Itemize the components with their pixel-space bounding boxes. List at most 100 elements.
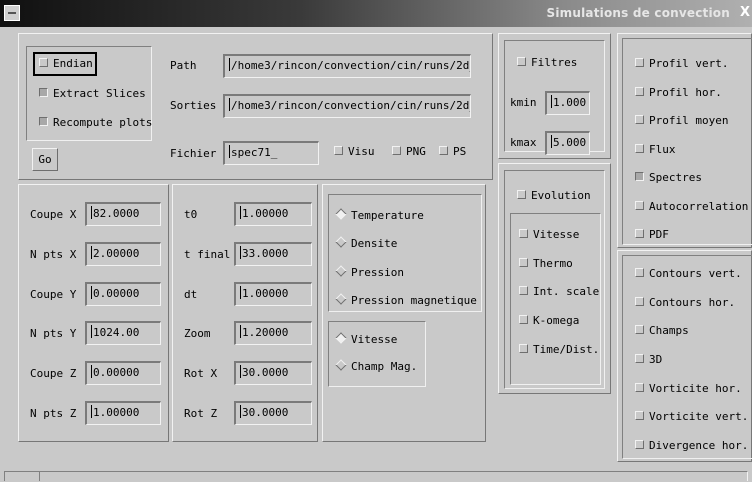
radio-champ-mag-indicator	[335, 359, 347, 371]
radio-champ-mag[interactable]: Champ Mag.	[335, 359, 417, 375]
extract-slices-label: Extract Slices	[53, 87, 146, 100]
divergence-hor-checkbox[interactable]: Divergence hor.	[635, 438, 748, 454]
t-final-input[interactable]: 33.0000	[234, 242, 312, 266]
contours-hor-label: Contours hor.	[649, 296, 736, 309]
spectres-checkbox[interactable]: Spectres	[635, 170, 702, 186]
kmin-input[interactable]: 1.000	[545, 91, 590, 115]
contours-hor-checkbox[interactable]: Contours hor.	[635, 295, 735, 311]
evolution-k-omega-checkbox[interactable]: K-omega	[519, 313, 579, 329]
options-group: Endian Extract Slices Recompute plots	[26, 46, 152, 141]
recompute-plots-checkbox[interactable]: Recompute plots	[39, 115, 152, 131]
vorticite-hor-checkbox[interactable]: Vorticite hor.	[635, 381, 742, 397]
champs-checkbox[interactable]: Champs	[635, 323, 689, 339]
radio-temperature-indicator	[335, 208, 347, 220]
sorties-input[interactable]: /home3/rincon/convection/cin/runs/2d_2	[223, 94, 471, 118]
t0-label: t0	[184, 208, 198, 221]
evolution-label: Evolution	[531, 189, 591, 202]
png-checkbox[interactable]: PNG	[392, 144, 426, 160]
ps-label: PS	[453, 145, 467, 158]
extract-slices-checkbox[interactable]: Extract Slices	[39, 86, 146, 102]
evolution-int-scale-checkbox[interactable]: Int. scale	[519, 284, 599, 300]
radio-vitesse[interactable]: Vitesse	[335, 332, 397, 348]
kmax-label: kmax	[510, 136, 537, 149]
flux-label: Flux	[649, 143, 676, 156]
radio-pression-label: Pression	[351, 266, 404, 279]
status-bar-divider	[39, 472, 40, 481]
path-label: Path	[170, 59, 197, 72]
evolution-vitesse-checkbox[interactable]: Vitesse	[519, 227, 579, 243]
t0-input[interactable]: 1.00000	[234, 202, 312, 226]
evolution-time-dist-checkbox[interactable]: Time/Dist.	[519, 342, 599, 358]
go-button[interactable]: Go	[32, 148, 58, 171]
vorticite-vert-checkbox[interactable]: Vorticite vert.	[635, 409, 748, 425]
filtres-checkbox[interactable]: Filtres	[517, 55, 577, 71]
fichier-input[interactable]: spec71_	[223, 141, 319, 165]
fichier-label: Fichier	[170, 147, 217, 160]
radio-densite[interactable]: Densite	[335, 236, 397, 252]
zoom-input[interactable]: 1.20000	[234, 321, 312, 345]
coupe-z-input[interactable]: 0.00000	[85, 361, 161, 385]
window-menu-icon[interactable]	[4, 5, 20, 21]
evolution-thermo-label: Thermo	[533, 257, 573, 270]
kmin-label: kmin	[510, 96, 537, 109]
profils-panel: Profil vert. Profil hor. Profil moyen Fl…	[617, 33, 752, 248]
radio-pression-magnetique-indicator	[335, 293, 347, 305]
ps-checkbox[interactable]: PS	[439, 144, 466, 160]
npts-x-label: N pts X	[30, 248, 77, 261]
radio-pression[interactable]: Pression	[335, 265, 404, 281]
close-button[interactable]: X	[738, 2, 752, 24]
npts-y-input[interactable]: 1024.00	[85, 321, 161, 345]
coupe-z-label: Coupe Z	[30, 367, 77, 380]
vorticite-hor-indicator	[635, 383, 644, 392]
coupes-panel: Coupe X 82.0000 N pts X 2.00000 Coupe Y …	[18, 184, 169, 442]
flux-checkbox[interactable]: Flux	[635, 142, 676, 158]
profil-hor-label: Profil hor.	[649, 86, 722, 99]
coupe-y-label: Coupe Y	[30, 288, 77, 301]
divergence-hor-label: Divergence hor.	[649, 439, 749, 452]
rot-x-label: Rot X	[184, 367, 218, 380]
path-input[interactable]: /home3/rincon/convection/cin/runs/2d_2	[223, 54, 471, 78]
3d-checkbox[interactable]: 3D	[635, 352, 662, 368]
radio-pression-magnetique[interactable]: Pression magnetique	[335, 293, 477, 309]
profil-hor-indicator	[635, 87, 644, 96]
profil-vert-checkbox[interactable]: Profil vert.	[635, 56, 728, 72]
temps-panel: t0 1.00000 t final 33.0000 dt 1.00000 Zo…	[172, 184, 318, 442]
rot-z-input[interactable]: 30.0000	[234, 401, 312, 425]
endian-label: Endian	[53, 57, 93, 70]
profils-group: Profil vert. Profil hor. Profil moyen Fl…	[622, 38, 752, 245]
evolution-indicator	[517, 190, 526, 199]
main-window: Endian Extract Slices Recompute plots Go…	[0, 27, 752, 482]
autocorrelation-checkbox[interactable]: Autocorrelation	[635, 199, 748, 215]
png-label: PNG	[406, 145, 426, 158]
contours-hor-indicator	[635, 297, 644, 306]
npts-x-input[interactable]: 2.00000	[85, 242, 161, 266]
dt-input[interactable]: 1.00000	[234, 282, 312, 306]
rot-x-input[interactable]: 30.0000	[234, 361, 312, 385]
profil-moyen-checkbox[interactable]: Profil moyen	[635, 113, 728, 129]
npts-z-input[interactable]: 1.00000	[85, 401, 161, 425]
profil-hor-checkbox[interactable]: Profil hor.	[635, 85, 722, 101]
evolution-thermo-checkbox[interactable]: Thermo	[519, 256, 573, 272]
vector-field-group: Vitesse Champ Mag.	[328, 321, 426, 387]
recompute-plots-label: Recompute plots	[53, 116, 153, 129]
contours-vert-indicator	[635, 268, 644, 277]
filtres-label: Filtres	[531, 56, 578, 69]
pdf-checkbox[interactable]: PDF	[635, 227, 669, 243]
filtres-indicator	[517, 57, 526, 66]
visu-checkbox[interactable]: Visu	[334, 144, 375, 160]
evolution-time-dist-indicator	[519, 344, 528, 353]
endian-indicator	[39, 58, 48, 67]
evolution-panel: Evolution Vitesse Thermo Int. scale K-om…	[498, 163, 611, 394]
flux-indicator	[635, 144, 644, 153]
pdf-label: PDF	[649, 228, 669, 241]
spectres-label: Spectres	[649, 171, 702, 184]
profil-moyen-indicator	[635, 115, 644, 124]
radio-temperature[interactable]: Temperature	[335, 208, 424, 224]
endian-checkbox[interactable]: Endian	[39, 56, 93, 72]
coupe-y-input[interactable]: 0.00000	[85, 282, 161, 306]
kmax-input[interactable]: 5.000	[545, 131, 590, 155]
contours-vert-checkbox[interactable]: Contours vert.	[635, 266, 742, 282]
coupe-x-input[interactable]: 82.0000	[85, 202, 161, 226]
evolution-k-omega-indicator	[519, 315, 528, 324]
evolution-checkbox[interactable]: Evolution	[517, 188, 591, 204]
